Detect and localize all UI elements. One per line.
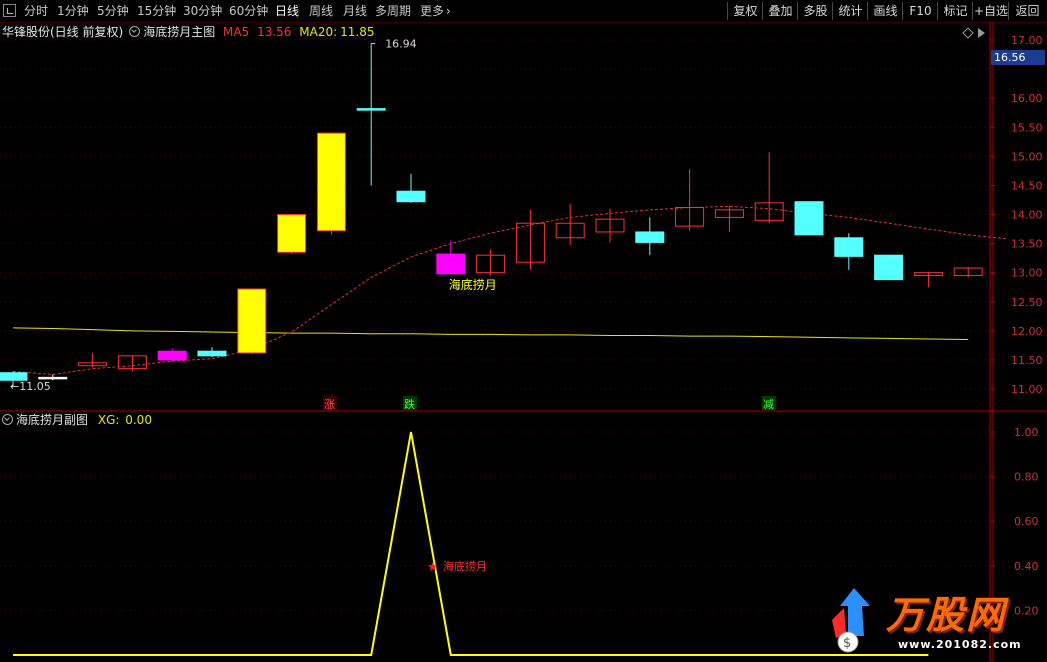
sub-axis-label: 1.00	[1014, 426, 1039, 439]
collapse-icon	[978, 28, 985, 38]
svg-text:$: $	[843, 636, 851, 651]
sub-axis-label: 0.40	[1014, 560, 1039, 573]
axis-label: 14.00	[1011, 209, 1043, 222]
axis-label: 13.50	[1011, 238, 1043, 251]
axis-label: 15.50	[1011, 121, 1043, 134]
star-icon: ★	[427, 560, 439, 575]
candle-body	[874, 254, 904, 281]
rise-tag: 涨	[324, 398, 335, 411]
axis-label: 16.00	[1011, 92, 1043, 105]
logo-brand: 万股网	[886, 593, 1007, 637]
current-price-tag: 16.56	[991, 50, 1045, 65]
sub-axis-label: 0.80	[1014, 471, 1039, 484]
low-label: ←11.05	[10, 380, 51, 393]
sub-axis-label: 0.60	[1014, 515, 1039, 528]
candle-body	[38, 376, 68, 380]
xg-line	[13, 431, 929, 656]
candle-body	[834, 237, 864, 257]
candle-body	[316, 132, 346, 232]
candle-body	[356, 108, 386, 111]
ma5-line	[12, 205, 1009, 375]
ma20-line	[12, 327, 969, 341]
signal-label: 海底捞月	[449, 277, 497, 292]
kline-chart[interactable]: 16.94←11.05海底捞月涨跌减 17.0016.0015.5015.001…	[0, 0, 1047, 662]
candle-body	[794, 201, 824, 236]
axis-label: 13.00	[1011, 267, 1043, 280]
axis-label: 12.00	[1011, 325, 1043, 338]
reduce-tag: 减	[763, 398, 774, 411]
diamond-icon	[962, 27, 974, 39]
watermark-logo: $ 万股网 www.201082.com	[826, 580, 1047, 662]
axis-label: 17.00	[1011, 34, 1043, 47]
fall-tag: 跌	[404, 397, 415, 411]
candle-body	[157, 350, 187, 361]
candle-body	[396, 190, 426, 203]
axis-label: 11.50	[1011, 354, 1043, 367]
candle-body	[277, 214, 307, 253]
logo-arrow-icon: $	[832, 588, 870, 653]
axis-label: 15.00	[1011, 150, 1043, 163]
candle-body	[237, 288, 267, 354]
candle-body	[635, 231, 665, 243]
sub-marker-label: 海底捞月	[443, 559, 487, 573]
axis-label: 11.00	[1011, 383, 1043, 396]
axis-label: 12.50	[1011, 296, 1043, 309]
high-label: 16.94	[385, 37, 417, 50]
candle-body	[436, 253, 466, 275]
candle-body	[197, 350, 227, 357]
axis-label: 14.50	[1011, 179, 1043, 192]
logo-url: www.201082.com	[898, 638, 1022, 651]
